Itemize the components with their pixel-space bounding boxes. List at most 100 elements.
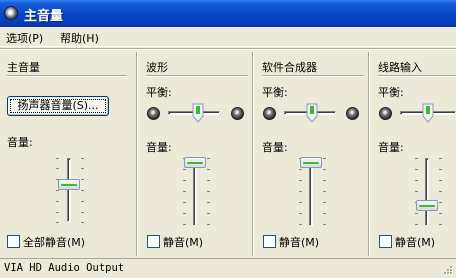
tick-mark xyxy=(183,202,186,203)
slider-thumb[interactable] xyxy=(192,103,204,123)
tick-mark xyxy=(81,190,84,191)
slider-thumb[interactable] xyxy=(306,103,318,123)
tick-mark xyxy=(183,224,186,225)
balance-label: 平衡: xyxy=(262,86,288,99)
tick-mark xyxy=(56,190,59,191)
tick-mark xyxy=(415,158,418,159)
tick-mark xyxy=(439,213,442,214)
menu-options[interactable]: 选项(P) xyxy=(6,30,43,46)
tick-mark xyxy=(183,191,186,192)
tick-mark xyxy=(81,222,84,223)
speaker-icon[interactable] xyxy=(4,6,18,20)
tick-mark xyxy=(439,224,442,225)
speaker-left-icon xyxy=(147,107,160,120)
mute-checkbox[interactable] xyxy=(263,235,276,248)
speaker-left-icon xyxy=(379,107,392,120)
slider-track xyxy=(425,158,429,226)
column-title: 波形 xyxy=(146,61,168,74)
tick-mark xyxy=(81,158,84,159)
slider-thumb[interactable] xyxy=(422,103,434,123)
tick-mark xyxy=(323,180,326,181)
tick-mark xyxy=(56,222,59,223)
tick-mark xyxy=(299,191,302,192)
speaker-left-icon xyxy=(263,107,276,120)
tick-mark xyxy=(207,191,210,192)
tick-mark xyxy=(207,180,210,181)
tick-mark xyxy=(323,158,326,159)
title-bar[interactable]: 主音量 xyxy=(0,0,456,27)
focus-rect xyxy=(10,99,106,113)
tick-mark xyxy=(183,180,186,181)
tick-mark xyxy=(415,224,418,225)
slider-thumb[interactable] xyxy=(184,157,206,168)
column-title: 主音量 xyxy=(7,61,40,74)
slider-thumb[interactable] xyxy=(58,179,80,190)
status-text: VIA HD Audio Output xyxy=(4,262,125,274)
mute-checkbox[interactable] xyxy=(379,235,392,248)
menu-bar: 选项(P) 帮助(H) xyxy=(0,27,456,47)
mute-label[interactable]: 静音(M) xyxy=(279,234,319,250)
mute-checkbox[interactable] xyxy=(147,235,160,248)
tick-mark xyxy=(439,158,442,159)
tick-mark xyxy=(323,213,326,214)
tick-mark xyxy=(81,168,84,169)
tick-mark xyxy=(81,212,84,213)
tick-mark xyxy=(207,202,210,203)
tick-mark xyxy=(81,201,84,202)
column-divider xyxy=(252,52,254,256)
slider-thumb[interactable] xyxy=(416,200,438,211)
tick-mark xyxy=(207,169,210,170)
tick-mark xyxy=(299,213,302,214)
tick-mark xyxy=(207,158,210,159)
tick-mark xyxy=(81,179,84,180)
mute-all-label[interactable]: 全部静音(M) xyxy=(23,234,85,250)
slider-track xyxy=(309,158,313,226)
tick-mark xyxy=(299,180,302,181)
tick-mark xyxy=(439,202,442,203)
title-rule xyxy=(146,75,248,77)
menu-help[interactable]: 帮助(H) xyxy=(60,30,99,46)
tick-mark xyxy=(299,224,302,225)
window-title: 主音量 xyxy=(24,9,64,24)
tick-mark xyxy=(323,224,326,225)
menu-separator xyxy=(0,48,456,50)
speaker-volume-button[interactable]: 扬声器音量(S)... xyxy=(7,96,109,116)
tick-mark xyxy=(439,169,442,170)
mute-label[interactable]: 静音(M) xyxy=(395,234,435,250)
tick-mark xyxy=(299,169,302,170)
tick-mark xyxy=(56,158,59,159)
tick-mark xyxy=(299,202,302,203)
tick-mark xyxy=(323,191,326,192)
slider-thumb[interactable] xyxy=(300,157,322,168)
balance-label: 平衡: xyxy=(378,86,404,99)
tick-mark xyxy=(415,213,418,214)
tick-mark xyxy=(415,180,418,181)
tick-mark xyxy=(323,169,326,170)
tick-mark xyxy=(56,168,59,169)
slider-track xyxy=(67,158,71,222)
tick-mark xyxy=(56,212,59,213)
tick-mark xyxy=(183,169,186,170)
balance-label: 平衡: xyxy=(146,86,172,99)
volume-label: 音量: xyxy=(7,136,33,149)
speaker-right-icon xyxy=(231,107,244,120)
column-divider xyxy=(368,52,370,256)
speaker-right-icon xyxy=(346,107,359,120)
tick-mark xyxy=(415,169,418,170)
resize-grip-icon[interactable] xyxy=(442,264,454,276)
tick-mark xyxy=(323,202,326,203)
title-rule xyxy=(262,75,364,77)
tick-mark xyxy=(183,213,186,214)
column-title: 线路输入 xyxy=(378,61,422,74)
tick-mark xyxy=(56,201,59,202)
volume-label: 音量: xyxy=(262,141,288,154)
mute-label[interactable]: 静音(M) xyxy=(163,234,203,250)
tick-mark xyxy=(207,224,210,225)
slider-track xyxy=(193,158,197,226)
column-divider xyxy=(136,52,138,256)
title-rule xyxy=(378,75,456,77)
column-title: 软件合成器 xyxy=(262,61,317,74)
mute-all-checkbox[interactable] xyxy=(7,235,20,248)
tick-mark xyxy=(207,213,210,214)
volume-label: 音量: xyxy=(378,141,404,154)
